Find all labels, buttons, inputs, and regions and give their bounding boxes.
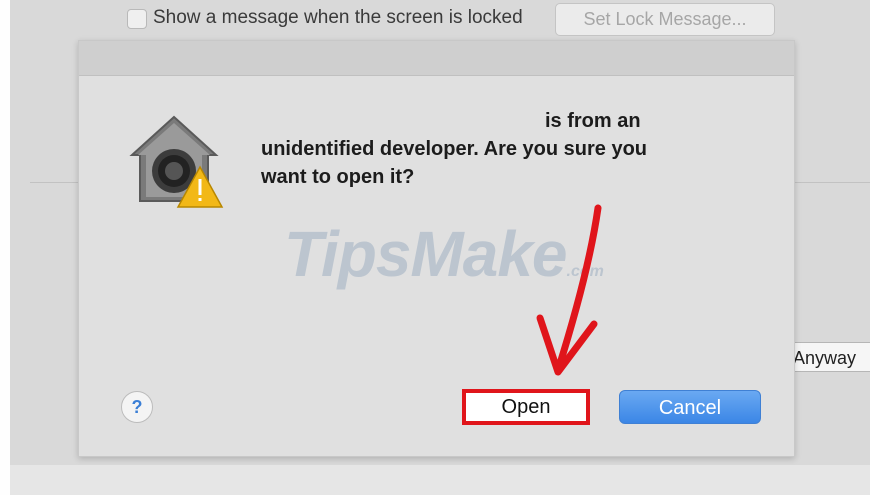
dialog-message: is from an unidentified developer. Are y… — [261, 107, 741, 191]
set-lock-message-button[interactable]: Set Lock Message... — [555, 3, 775, 36]
red-arrow-annotation — [536, 204, 602, 376]
divider — [30, 182, 80, 183]
cancel-button[interactable]: Cancel — [619, 390, 761, 424]
message-line: want to open it? — [261, 166, 415, 188]
lock-message-checkbox-label: Show a message when the screen is locked — [153, 7, 523, 28]
help-button[interactable]: ? — [121, 391, 153, 423]
message-line: unidentified developer. Are you sure you — [261, 138, 648, 160]
window-bottom-strip — [10, 465, 870, 495]
dialog-titlebar — [79, 41, 794, 76]
unidentified-developer-dialog: is from an unidentified developer. Are y… — [78, 40, 795, 457]
lock-message-checkbox[interactable] — [127, 9, 147, 29]
divider — [795, 182, 870, 183]
gatekeeper-warning-icon — [129, 115, 224, 208]
message-line: is from an — [545, 110, 641, 132]
open-anyway-button[interactable]: Anyway — [788, 342, 870, 372]
